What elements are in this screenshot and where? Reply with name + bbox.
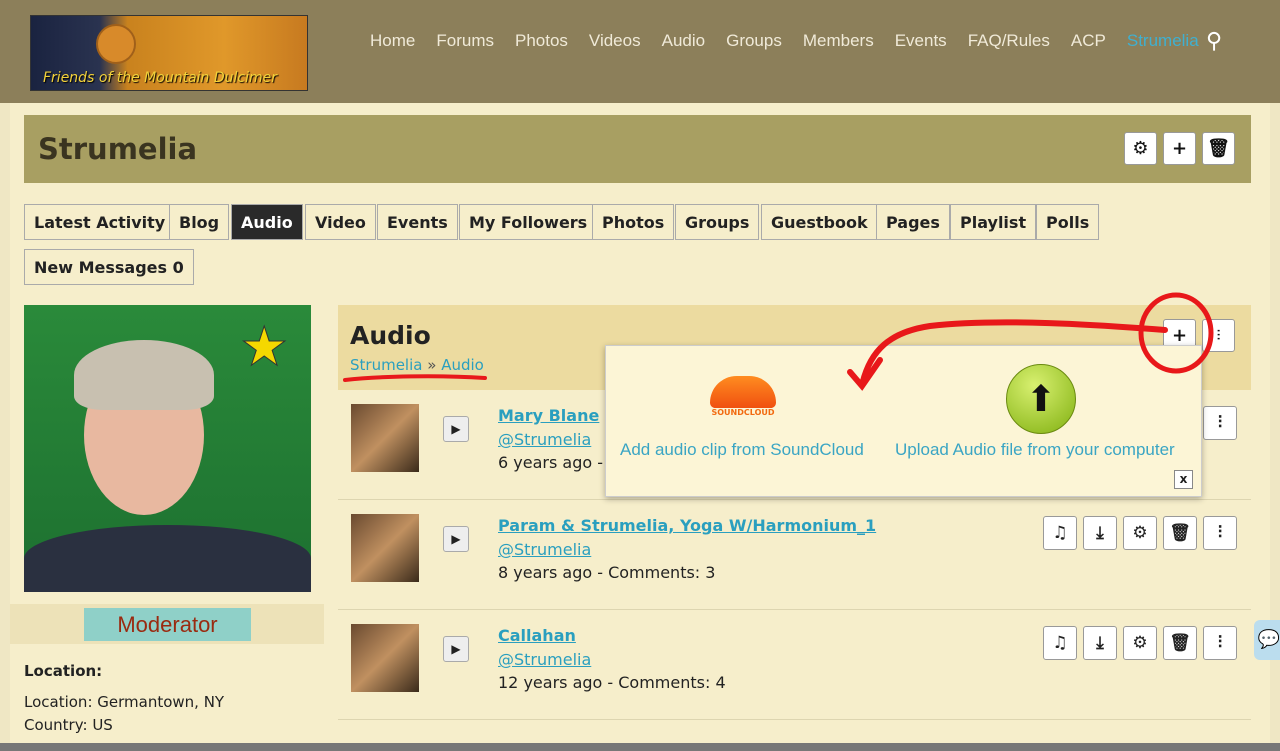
sliders-icon[interactable]: ⫶ [1203, 626, 1237, 660]
main-nav: Home Forums Photos Videos Audio Groups M… [370, 31, 1220, 51]
add-audio-popup: SOUNDCLOUD Add audio clip from SoundClou… [605, 345, 1202, 497]
add-button[interactable]: + [1163, 132, 1196, 165]
nav-videos[interactable]: Videos [589, 31, 641, 51]
audio-title: Audio [350, 321, 431, 350]
tab-blog[interactable]: Blog [169, 204, 230, 240]
upload-option[interactable]: Upload Audio file from your computer [895, 440, 1175, 460]
location-heading: Location: [24, 662, 103, 680]
nav-groups[interactable]: Groups [726, 31, 782, 51]
nav-events[interactable]: Events [895, 31, 947, 51]
sliders-icon[interactable]: ⫶ [1203, 516, 1237, 550]
audio-title-link[interactable]: Mary Blane [498, 406, 599, 425]
gear-icon[interactable]: ⚙ [1124, 132, 1157, 165]
tab-guestbook[interactable]: Guestbook [761, 204, 878, 240]
profile-title-bar: Strumelia ⚙ + 🗑 [24, 115, 1251, 183]
soundcloud-option[interactable]: Add audio clip from SoundCloud [620, 440, 864, 460]
profile-name: Strumelia [38, 132, 198, 166]
tab-groups[interactable]: Groups [675, 204, 760, 240]
audio-user-link[interactable]: @Strumelia [498, 650, 591, 669]
nav-audio[interactable]: Audio [662, 31, 705, 51]
country-value: Country: US [24, 716, 113, 734]
audio-item: ▶ Callahan @Strumelia 12 years ago - Com… [338, 610, 1251, 720]
play-button[interactable]: ▶ [443, 416, 469, 442]
soundcloud-logo-text: SOUNDCLOUD [711, 408, 775, 417]
trash-icon[interactable]: 🗑 [1163, 626, 1197, 660]
nav-members[interactable]: Members [803, 31, 874, 51]
soundcloud-logo[interactable]: SOUNDCLOUD [710, 376, 776, 420]
music-note-icon[interactable]: ♫ [1043, 626, 1077, 660]
audio-user-link[interactable]: @Strumelia [498, 540, 591, 559]
audio-thumbnail[interactable] [351, 404, 419, 472]
audio-thumbnail[interactable] [351, 624, 419, 692]
top-bar: Friends of the Mountain Dulcimer Home Fo… [0, 0, 1280, 103]
tab-audio[interactable]: Audio [231, 204, 303, 240]
audio-item: ▶ Param & Strumelia, Yoga W/Harmonium_1 … [338, 500, 1251, 610]
sliders-icon[interactable]: ⫶ [1203, 406, 1237, 440]
nav-home[interactable]: Home [370, 31, 415, 51]
audio-meta: 6 years ago - C [498, 453, 620, 472]
moderator-badge-box: Moderator [10, 604, 324, 644]
tab-video[interactable]: Video [305, 204, 376, 240]
tab-my-followers[interactable]: My Followers [459, 204, 598, 240]
nav-acp[interactable]: ACP [1071, 31, 1106, 51]
breadcrumb-strumelia[interactable]: Strumelia [350, 356, 422, 374]
location-value: Location: Germantown, NY [24, 693, 225, 711]
nav-photos[interactable]: Photos [515, 31, 568, 51]
play-button[interactable]: ▶ [443, 526, 469, 552]
music-note-icon[interactable]: ♫ [1043, 516, 1077, 550]
sliders-icon[interactable]: ⫶ [1202, 319, 1235, 352]
nav-forums[interactable]: Forums [436, 31, 494, 51]
audio-user-link[interactable]: @Strumelia [498, 430, 591, 449]
site-logo[interactable]: Friends of the Mountain Dulcimer [30, 15, 308, 91]
trash-icon[interactable]: 🗑 [1202, 132, 1235, 165]
play-button[interactable]: ▶ [443, 636, 469, 662]
tab-new-messages[interactable]: New Messages 0 [24, 249, 194, 285]
star-icon: ★ [239, 315, 289, 378]
audio-title-link[interactable]: Param & Strumelia, Yoga W/Harmonium_1 [498, 516, 876, 535]
nav-strumelia[interactable]: Strumelia [1127, 31, 1199, 51]
tab-photos[interactable]: Photos [592, 204, 675, 240]
search-icon[interactable]: ⚲ [1206, 29, 1222, 54]
gear-icon[interactable]: ⚙ [1123, 516, 1157, 550]
tab-pages[interactable]: Pages [876, 204, 950, 240]
trash-icon[interactable]: 🗑 [1163, 516, 1197, 550]
gear-icon[interactable]: ⚙ [1123, 626, 1157, 660]
tab-events[interactable]: Events [377, 204, 458, 240]
nav-faq[interactable]: FAQ/Rules [968, 31, 1050, 51]
logo-text: Friends of the Mountain Dulcimer [43, 70, 277, 86]
breadcrumb: Strumelia » Audio [350, 356, 484, 374]
tab-playlist[interactable]: Playlist [950, 204, 1037, 240]
close-button[interactable]: x [1174, 470, 1193, 489]
bottom-strip [0, 743, 1280, 751]
chat-icon[interactable]: 💬 [1254, 620, 1280, 660]
download-icon[interactable]: ⤓ [1083, 516, 1117, 550]
audio-meta: 12 years ago - Comments: 4 [498, 673, 726, 692]
audio-title-link[interactable]: Callahan [498, 626, 576, 645]
download-icon[interactable]: ⤓ [1083, 626, 1117, 660]
audio-meta: 8 years ago - Comments: 3 [498, 563, 716, 582]
breadcrumb-separator: » [427, 356, 437, 374]
moderator-badge: Moderator [84, 608, 251, 641]
tab-latest-activity[interactable]: Latest Activity [24, 204, 176, 240]
breadcrumb-audio[interactable]: Audio [441, 356, 484, 374]
upload-arrow-icon[interactable]: ⬆ [1006, 364, 1076, 434]
location-info: Location: Location: Germantown, NY Count… [24, 660, 224, 737]
audio-thumbnail[interactable] [351, 514, 419, 582]
tab-polls[interactable]: Polls [1036, 204, 1100, 240]
